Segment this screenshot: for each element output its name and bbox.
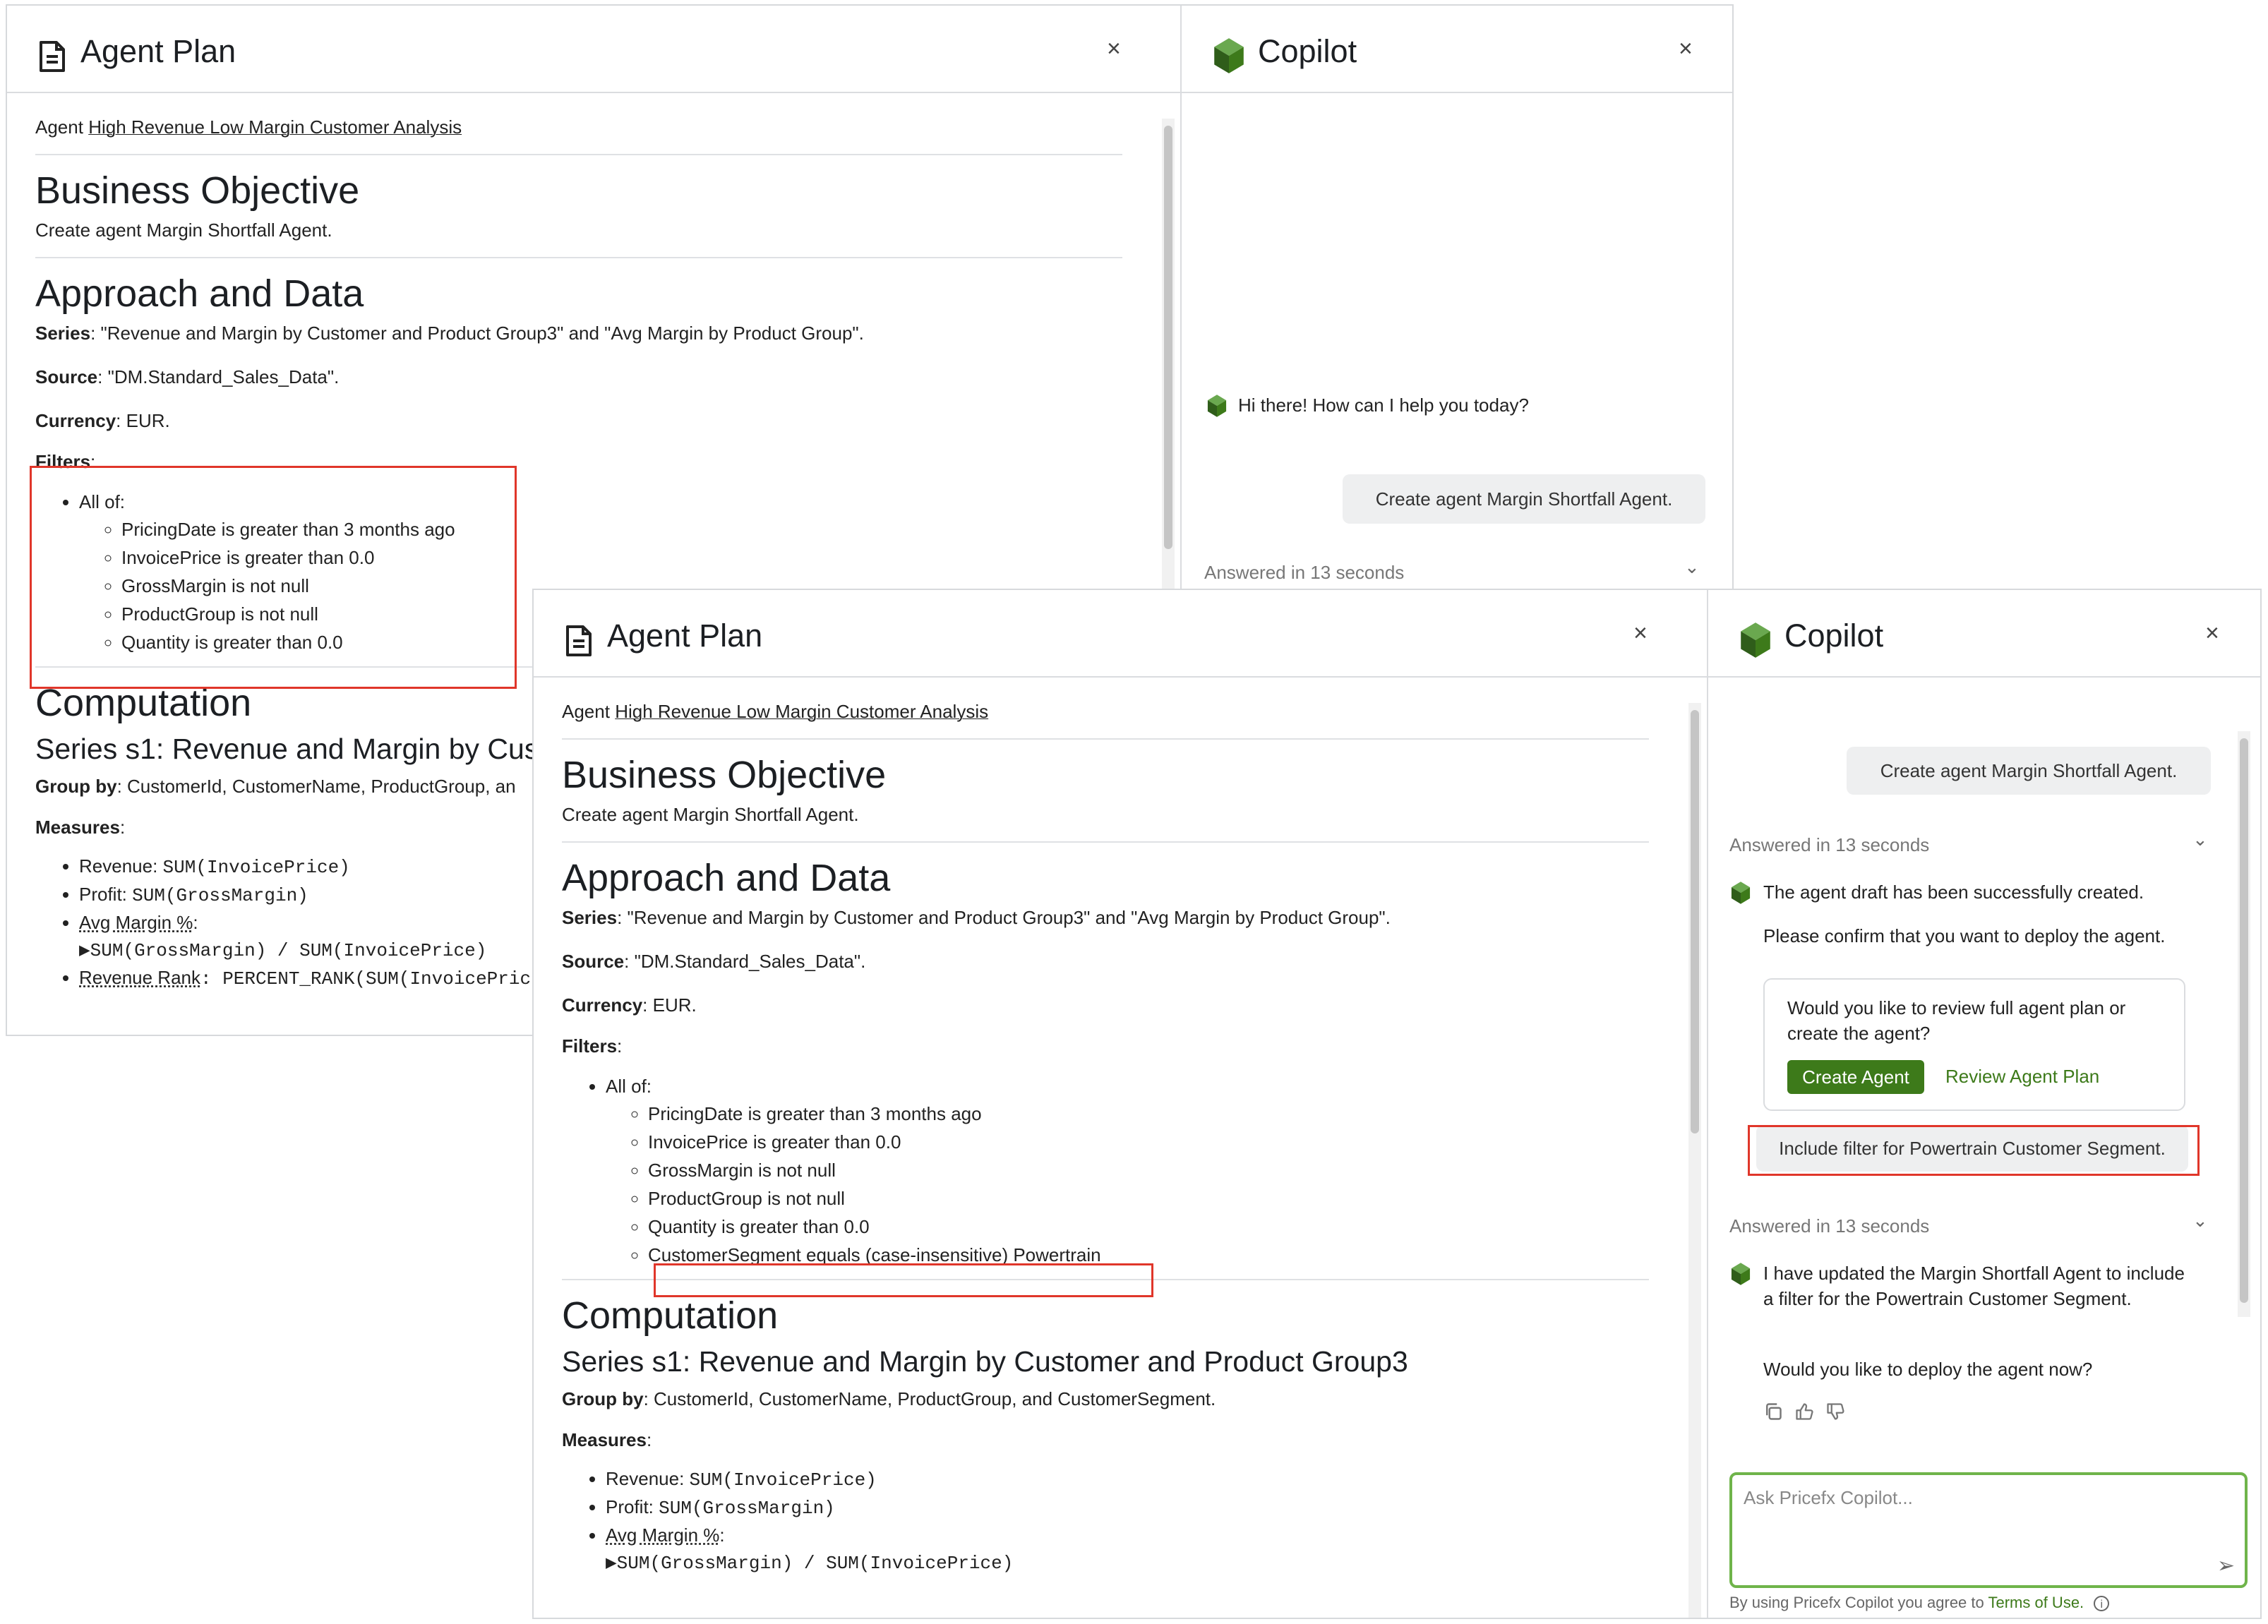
close-icon[interactable]: × [1679, 37, 1693, 61]
business-objective-heading: Business Objective [35, 169, 360, 212]
copilot-bot-icon [1731, 1263, 1751, 1285]
scrollbar[interactable] [2238, 731, 2250, 1317]
measures-list: Revenue: SUM(InvoicePrice) Profit: SUM(G… [562, 1465, 1663, 1577]
approach-heading: Approach and Data [562, 857, 891, 899]
groupby-line: Group by: CustomerId, CustomerName, Prod… [562, 1388, 1216, 1409]
terms-line: By using Pricefx Copilot you agree to Te… [1729, 1594, 2110, 1612]
list-item: All of: PricingDate is greater than 3 mo… [606, 1073, 1663, 1269]
filters-list: All of: PricingDate is greater than 3 mo… [562, 1073, 1663, 1269]
create-agent-button[interactable]: Create Agent [1787, 1060, 1924, 1094]
filter-item: Quantity is greater than 0.0 [648, 1213, 1663, 1241]
thumbs-up-icon[interactable] [1794, 1402, 1814, 1421]
scrollbar[interactable] [1688, 703, 1701, 1618]
currency-line: Currency: EUR. [562, 994, 697, 1016]
agent-plan-panel: Agent Plan × Agent High Revenue Low Marg… [534, 590, 1708, 1618]
source-line: Source: "DM.Standard_Sales_Data". [35, 366, 340, 387]
agent-name-link[interactable]: High Revenue Low Margin Customer Analysi… [615, 701, 988, 722]
series-line: Series: "Revenue and Margin by Customer … [562, 907, 1391, 928]
copilot-header: Copilot × [1708, 590, 2260, 678]
close-icon[interactable]: × [1107, 37, 1121, 61]
scrollbar-thumb[interactable] [1164, 126, 1172, 549]
copilot-bot-icon [1731, 882, 1751, 904]
bot-message: The agent draft has been successfully cr… [1763, 882, 2144, 903]
answered-time: Answered in 13 seconds [1729, 834, 1930, 855]
filter-item: GrossMargin is not null [648, 1156, 1663, 1184]
close-icon[interactable]: × [1633, 621, 1648, 645]
agent-plan-title: Agent Plan [80, 33, 236, 69]
document-icon [566, 625, 592, 656]
agent-name-line: Agent High Revenue Low Margin Customer A… [35, 114, 1136, 140]
business-objective-text: Create agent Margin Shortfall Agent. [562, 804, 859, 825]
answered-time: Answered in 13 seconds [1729, 1215, 1930, 1237]
input-placeholder: Ask Pricefx Copilot... [1744, 1487, 1913, 1508]
measure-item: Revenue: SUM(InvoicePrice) [606, 1465, 1663, 1493]
pricefx-logo-icon [1214, 38, 1244, 73]
divider [562, 738, 1649, 740]
greeting-message: Hi there! How can I help you today? [1238, 395, 1529, 416]
agent-plan-header: Agent Plan × [534, 590, 1707, 678]
copilot-title: Copilot [1784, 618, 1884, 654]
document-icon [40, 41, 65, 72]
bot-message: I have updated the Margin Shortfall Agen… [1763, 1263, 2185, 1309]
copilot-header: Copilot × [1182, 6, 1732, 93]
bot-message: Please confirm that you want to deploy t… [1763, 925, 2166, 946]
info-icon[interactable]: i [2094, 1596, 2110, 1611]
measure-item: Avg Margin %:▶SUM(GrossMargin) / SUM(Inv… [606, 1522, 1663, 1577]
new-filter-highlight-box [654, 1263, 1153, 1297]
agent-prefix: Agent [562, 701, 610, 722]
copy-icon[interactable] [1763, 1402, 1783, 1421]
agent-name-link[interactable]: High Revenue Low Margin Customer Analysi… [88, 116, 462, 138]
filters-label: Filters: [562, 1035, 623, 1057]
thumbs-down-icon[interactable] [1825, 1402, 1845, 1421]
close-icon[interactable]: × [2205, 621, 2219, 645]
user-message-bubble: Create agent Margin Shortfall Agent. [1343, 474, 1705, 524]
source-line: Source: "DM.Standard_Sales_Data". [562, 951, 866, 972]
card-question: Would you like to review full agent plan… [1787, 997, 2126, 1044]
business-objective-text: Create agent Margin Shortfall Agent. [35, 219, 332, 241]
chevron-down-icon[interactable]: ⌄ [1684, 556, 1700, 578]
send-icon[interactable]: ➢ [2217, 1553, 2235, 1578]
user-message-bubble: Create agent Margin Shortfall Agent. [1847, 747, 2211, 795]
review-agent-plan-link[interactable]: Review Agent Plan [1945, 1066, 2099, 1088]
divider [35, 257, 1122, 258]
divider [562, 841, 1649, 843]
expand-toggle[interactable]: ▶SUM(GrossMargin) / SUM(InvoicePrice) [79, 940, 486, 961]
filters-sublist: PricingDate is greater than 3 months ago… [606, 1100, 1663, 1269]
copilot-bot-icon [1207, 395, 1227, 417]
agent-plan-header: Agent Plan × [7, 6, 1180, 93]
agent-prefix: Agent [35, 116, 83, 138]
computation-heading: Computation [562, 1294, 779, 1337]
divider [35, 154, 1122, 155]
agent-plan-content: Agent High Revenue Low Margin Customer A… [562, 699, 1663, 1577]
currency-line: Currency: EUR. [35, 410, 170, 431]
filter-item: PricingDate is greater than 3 months ago [648, 1100, 1663, 1128]
expand-toggle[interactable]: ▶SUM(GrossMargin) / SUM(InvoicePrice) [606, 1553, 1013, 1574]
agent-plan-title: Agent Plan [607, 618, 763, 654]
filter-item: ProductGroup is not null [648, 1184, 1663, 1213]
copilot-panel: Copilot × Create agent Margin Shortfall … [1708, 590, 2260, 1618]
measure-item: Profit: SUM(GrossMargin) [606, 1493, 1663, 1522]
scrollbar-thumb[interactable] [1691, 710, 1699, 1133]
bottom-window: Agent Plan × Agent High Revenue Low Marg… [532, 589, 2262, 1619]
ask-copilot-input[interactable]: Ask Pricefx Copilot... ➢ [1729, 1472, 2248, 1588]
series-s1-heading: Series s1: Revenue and Margin by Custome… [562, 1345, 1408, 1378]
measures-label: Measures: [562, 1429, 652, 1450]
chevron-down-icon[interactable]: ⌄ [2192, 1210, 2208, 1232]
business-objective-heading: Business Objective [562, 754, 887, 796]
answered-time: Answered in 13 seconds [1204, 562, 1405, 583]
pricefx-logo-icon [1741, 622, 1770, 658]
chevron-down-icon[interactable]: ⌄ [2192, 829, 2208, 850]
filters-highlight-box [30, 466, 517, 689]
approach-heading: Approach and Data [35, 272, 364, 315]
user-message-highlight-box [1748, 1125, 2200, 1176]
copilot-title: Copilot [1258, 33, 1357, 69]
agent-name-line: Agent High Revenue Low Margin Customer A… [562, 699, 1663, 724]
series-line: Series: "Revenue and Margin by Customer … [35, 323, 864, 344]
action-card: Would you like to review full agent plan… [1763, 978, 2185, 1111]
terms-of-use-link[interactable]: Terms of Use. [1988, 1594, 2084, 1611]
scrollbar-thumb[interactable] [2240, 738, 2248, 1303]
filter-item: InvoicePrice is greater than 0.0 [648, 1128, 1663, 1156]
bot-message: Would you like to deploy the agent now? [1763, 1359, 2093, 1380]
